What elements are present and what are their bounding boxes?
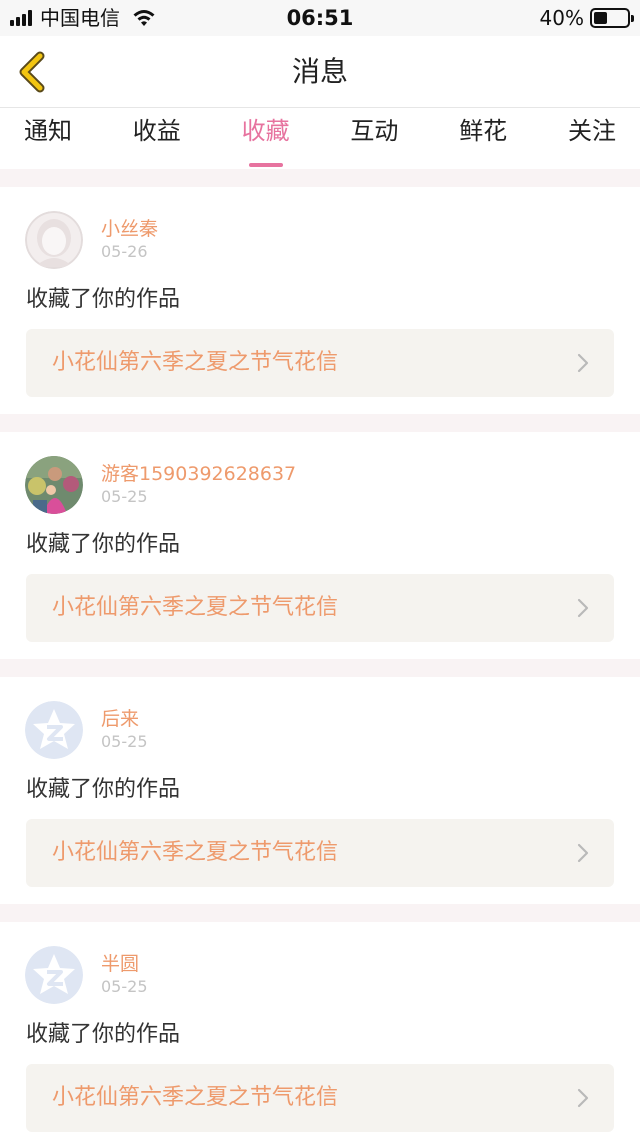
list-separator xyxy=(0,904,640,922)
message-list: 小丝秦 05-26 收藏了你的作品 小花仙第六季之夏之节气花信 游客159039… xyxy=(0,169,640,1139)
work-title: 小花仙第六季之夏之节气花信 xyxy=(52,595,339,620)
message-date: 05-25 xyxy=(101,732,148,751)
message-date: 05-25 xyxy=(101,977,148,996)
battery-level xyxy=(594,12,607,24)
list-item: 半圆 05-25 收藏了你的作品 小花仙第六季之夏之节气花信 xyxy=(0,922,640,1139)
chevron-right-icon xyxy=(577,353,589,373)
user-photo-avatar[interactable] xyxy=(25,456,83,514)
message-date: 05-26 xyxy=(101,242,148,261)
action-text: 收藏了你的作品 xyxy=(26,287,181,312)
work-title: 小花仙第六季之夏之节气花信 xyxy=(52,840,339,865)
user-name[interactable]: 半圆 xyxy=(101,952,139,976)
work-title: 小花仙第六季之夏之节气花信 xyxy=(52,1085,339,1110)
list-separator xyxy=(0,169,640,187)
tab-earnings[interactable]: 收益 xyxy=(133,109,181,169)
tab-favorites[interactable]: 收藏 xyxy=(242,109,290,169)
user-name[interactable]: 小丝秦 xyxy=(101,217,158,241)
status-bar: 中国电信 06:51 40% xyxy=(0,0,640,36)
work-title: 小花仙第六季之夏之节气花信 xyxy=(52,350,339,375)
tab-label: 收藏 xyxy=(241,117,290,145)
battery-percent: 40% xyxy=(539,6,584,30)
status-right: 40% xyxy=(539,6,634,30)
tab-follows[interactable]: 关注 xyxy=(568,109,616,169)
chevron-right-icon xyxy=(577,843,589,863)
user-name[interactable]: 后来 xyxy=(101,707,139,731)
page-title: 消息 xyxy=(291,55,348,88)
action-text: 收藏了你的作品 xyxy=(26,532,181,557)
tab-active-indicator xyxy=(248,163,283,167)
user-name[interactable]: 游客1590392628637 xyxy=(101,462,296,486)
tab-bar: 通知 收益 收藏 互动 鲜花 关注 xyxy=(0,109,640,169)
list-separator xyxy=(0,659,640,677)
tab-label: 鲜花 xyxy=(459,117,508,145)
list-item: 游客1590392628637 05-25 收藏了你的作品 小花仙第六季之夏之节… xyxy=(0,432,640,659)
tab-label: 关注 xyxy=(567,117,616,145)
list-separator xyxy=(0,414,640,432)
tab-label: 互动 xyxy=(350,117,399,145)
work-link[interactable]: 小花仙第六季之夏之节气花信 xyxy=(26,819,614,887)
work-link[interactable]: 小花仙第六季之夏之节气花信 xyxy=(26,329,614,397)
list-item: 小丝秦 05-26 收藏了你的作品 小花仙第六季之夏之节气花信 xyxy=(0,187,640,414)
battery-icon xyxy=(590,8,634,28)
list-item: 后来 05-25 收藏了你的作品 小花仙第六季之夏之节气花信 xyxy=(0,677,640,904)
message-date: 05-25 xyxy=(101,487,148,506)
tab-label: 收益 xyxy=(132,117,181,145)
work-link[interactable]: 小花仙第六季之夏之节气花信 xyxy=(26,1064,614,1132)
default-girl-avatar-icon[interactable] xyxy=(25,211,83,269)
battery-tip xyxy=(631,15,634,22)
tab-interactions[interactable]: 互动 xyxy=(350,109,398,169)
tab-notifications[interactable]: 通知 xyxy=(24,109,72,169)
chevron-right-icon xyxy=(577,1088,589,1108)
nav-bar: 消息 xyxy=(0,36,640,108)
tab-flowers[interactable]: 鲜花 xyxy=(459,109,507,169)
work-link[interactable]: 小花仙第六季之夏之节气花信 xyxy=(26,574,614,642)
action-text: 收藏了你的作品 xyxy=(26,1022,181,1047)
tab-label: 通知 xyxy=(24,117,72,145)
qzone-star-avatar-icon[interactable] xyxy=(25,701,83,759)
qzone-star-avatar-icon[interactable] xyxy=(25,946,83,1004)
chevron-right-icon xyxy=(577,598,589,618)
action-text: 收藏了你的作品 xyxy=(26,777,181,802)
